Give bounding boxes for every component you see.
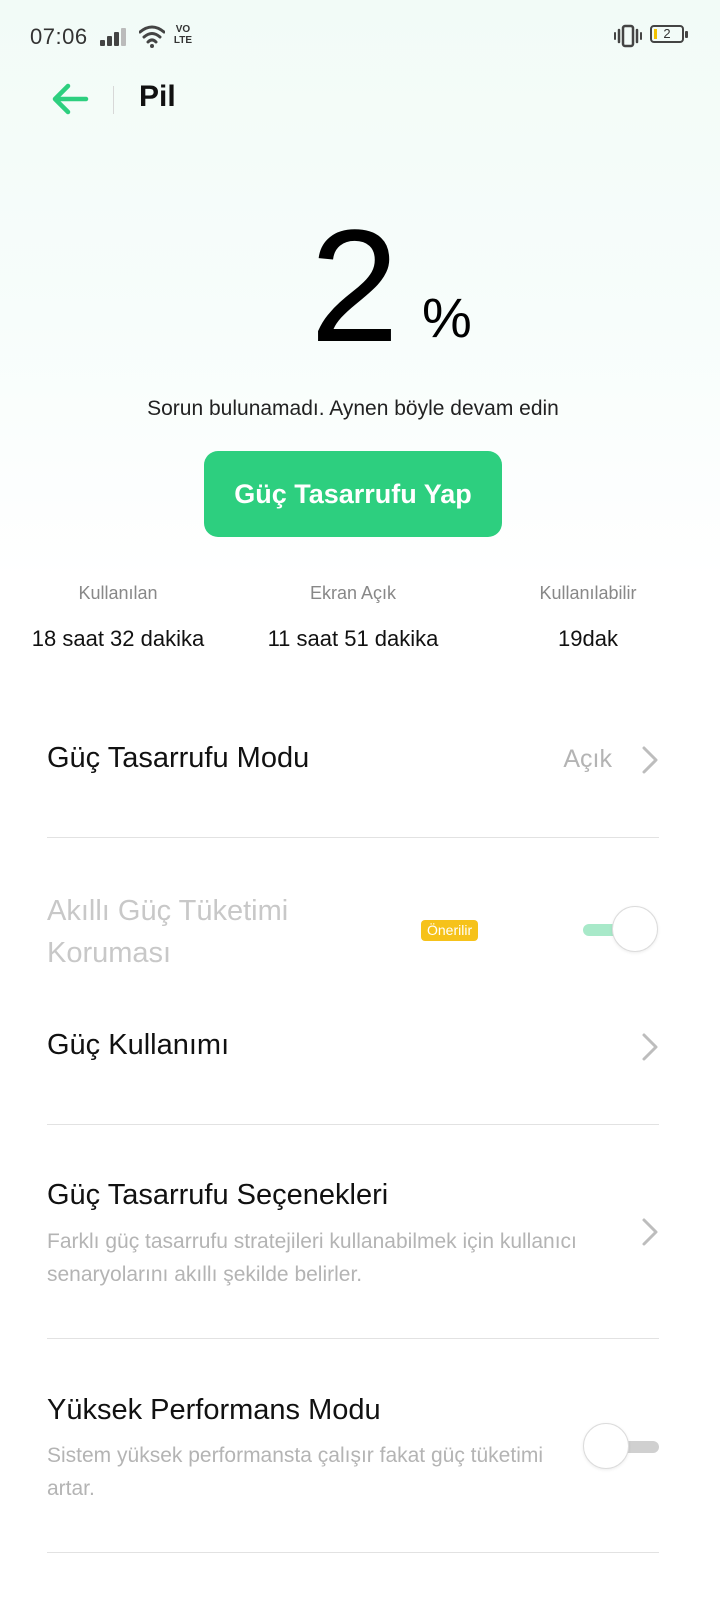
- battery-percentage: 2 %: [300, 200, 500, 370]
- row-title: Akıllı Güç Tüketimi Koruması: [47, 895, 289, 969]
- save-power-button[interactable]: Güç Tasarrufu Yap: [204, 451, 502, 537]
- smart-protection-toggle[interactable]: [583, 906, 661, 954]
- battery-tip: [685, 31, 688, 38]
- stat-available: Kullanılabilir 19dak: [470, 583, 706, 652]
- chevron-right-icon: [642, 746, 658, 774]
- stat-value: 11 saat 51 dakika: [267, 626, 439, 651]
- battery-percent-value: 2: [310, 196, 399, 375]
- cellular-signal-icon: [100, 28, 126, 46]
- status-message: Sorun bulunamadı. Aynen böyle devam edin: [147, 397, 559, 420]
- stat-label: Kullanılan: [78, 583, 158, 603]
- stat-value: 19dak: [558, 626, 618, 651]
- chevron-right-icon: [642, 1218, 658, 1246]
- page-title: Pil: [139, 80, 176, 113]
- divider: [47, 837, 659, 838]
- divider: [47, 1124, 659, 1125]
- status-time: 07:06: [30, 24, 88, 49]
- stat-label: Ekran Açık: [309, 583, 397, 603]
- divider: [47, 1338, 659, 1339]
- recommended-badge: Önerilir: [421, 920, 479, 941]
- row-subtitle: Sistem yüksek performansta çalışır fakat…: [47, 1444, 544, 1500]
- toggle-knob: [612, 906, 658, 952]
- divider: [47, 1552, 659, 1553]
- chevron-right-icon: [642, 1033, 658, 1061]
- stat-screen-on: Ekran Açık 11 saat 51 dakika: [235, 583, 471, 652]
- row-title: Güç Kullanımı: [47, 1029, 230, 1061]
- vibrate-icon: [614, 24, 642, 48]
- back-arrow-icon[interactable]: [50, 82, 90, 116]
- row-title: Güç Tasarrufu Seçenekleri: [47, 1179, 389, 1211]
- high-performance-toggle[interactable]: [583, 1423, 661, 1471]
- status-bar: 07:06 VO LTE 2: [0, 0, 720, 70]
- row-value: Açık: [563, 745, 612, 773]
- stat-used: Kullanılan 18 saat 32 dakika: [0, 583, 236, 652]
- percent-sign: %: [422, 286, 472, 349]
- battery-icon: 2: [650, 24, 690, 46]
- stat-value: 18 saat 32 dakika: [31, 626, 205, 651]
- battery-level-text: 2: [663, 26, 671, 41]
- row-title: Güç Tasarrufu Modu: [47, 742, 310, 774]
- wifi-icon: [139, 25, 165, 48]
- volte-icon: VO LTE: [173, 24, 193, 46]
- row-subtitle: Farklı güç tasarrufu stratejileri kullan…: [47, 1230, 577, 1286]
- header-divider: [113, 86, 114, 114]
- row-title: Yüksek Performans Modu: [47, 1394, 381, 1426]
- toggle-knob: [583, 1423, 629, 1469]
- stat-label: Kullanılabilir: [539, 583, 637, 603]
